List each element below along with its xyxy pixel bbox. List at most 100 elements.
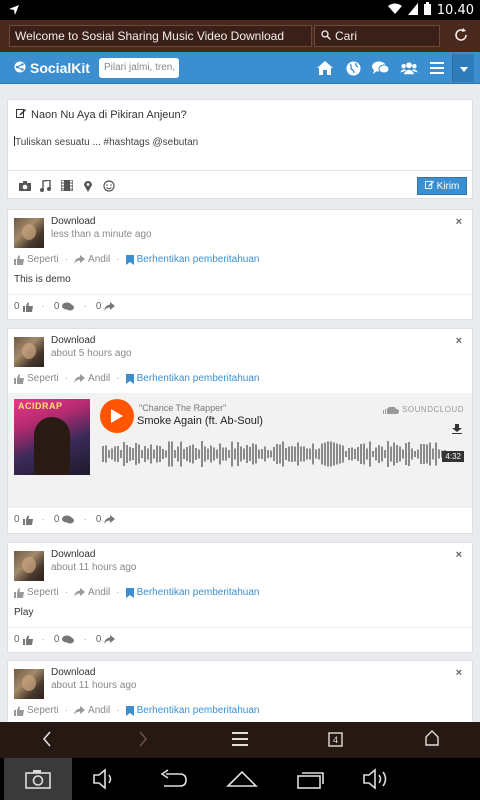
menu-icon[interactable] (232, 732, 248, 751)
download-icon[interactable] (452, 421, 462, 439)
waveform-bar (228, 450, 230, 458)
waveform-bar (378, 445, 380, 463)
volume-down-icon[interactable] (92, 768, 118, 795)
signal-icon (407, 2, 418, 19)
close-icon[interactable]: × (456, 335, 462, 347)
like-button[interactable]: Seperti (14, 373, 59, 384)
close-icon[interactable]: × (456, 216, 462, 228)
soundcloud-logo[interactable]: SOUNDCLOUD (383, 405, 464, 414)
close-icon[interactable]: × (456, 667, 462, 679)
screenshot-button[interactable] (4, 758, 72, 800)
post-author[interactable]: Download (51, 216, 95, 227)
share-button[interactable]: Andil (74, 587, 110, 598)
music-icon[interactable] (39, 179, 52, 192)
smile-icon[interactable] (102, 179, 115, 192)
map-marker-icon[interactable] (81, 179, 94, 192)
separator: · (64, 373, 69, 384)
reload-icon[interactable] (452, 26, 470, 49)
unfollow-button[interactable]: Berhentikan pemberitahuan (125, 587, 260, 598)
system-nav-bar (0, 758, 480, 800)
album-art-title: ACIDRAP (18, 401, 63, 411)
waveform-bar (213, 447, 215, 461)
share-button[interactable]: Andil (74, 254, 110, 265)
browser-search[interactable]: Cari (314, 25, 440, 47)
waveform-bar (126, 445, 128, 463)
film-icon[interactable] (60, 179, 73, 192)
thumbs-up-icon (22, 514, 33, 525)
camera-icon[interactable] (18, 179, 31, 192)
waveform-bar (264, 446, 266, 462)
back-icon[interactable] (42, 730, 52, 753)
waveform-bar (342, 445, 344, 463)
album-cover[interactable]: ACIDRAP (14, 399, 90, 475)
like-button[interactable]: Seperti (14, 254, 59, 265)
unfollow-label: Berhentikan pemberitahuan (136, 373, 260, 384)
close-icon[interactable]: × (456, 549, 462, 561)
comments-icon[interactable] (372, 58, 390, 78)
waveform-bar (261, 449, 263, 459)
waveform[interactable] (102, 439, 447, 469)
waveform-bar (321, 443, 323, 465)
like-button[interactable]: Seperti (14, 705, 59, 716)
like-button[interactable]: Seperti (14, 587, 59, 598)
comment-count: 0 (53, 634, 60, 645)
like-count: 0 (14, 514, 20, 525)
post-time[interactable]: less than a minute ago (51, 229, 152, 240)
play-button[interactable] (100, 399, 134, 433)
waveform-bar (168, 441, 170, 467)
post-author[interactable]: Download (51, 667, 95, 678)
app-header: SocialKit Pilari jalmi, tren, (0, 52, 480, 84)
home-icon[interactable] (316, 58, 334, 78)
waveform-bar (183, 449, 185, 459)
post-author[interactable]: Download (51, 549, 95, 560)
forward-icon[interactable] (138, 730, 148, 753)
thumbs-up-icon (14, 254, 24, 265)
waveform-bar (408, 442, 410, 466)
waveform-bar (336, 443, 338, 465)
users-icon[interactable] (400, 58, 418, 78)
home-icon[interactable] (424, 730, 440, 751)
waveform-bar (114, 446, 116, 462)
share-label: Andil (88, 705, 111, 716)
recent-apps-icon[interactable] (296, 768, 326, 795)
waveform-bar (273, 447, 275, 461)
home-icon[interactable] (226, 768, 258, 795)
avatar[interactable] (14, 337, 44, 367)
send-button[interactable]: Kirim (417, 177, 467, 195)
waveform-bar (282, 441, 284, 467)
unfollow-button[interactable]: Berhentikan pemberitahuan (125, 373, 260, 384)
app-search-input[interactable]: Pilari jalmi, tren, (99, 58, 179, 78)
waveform-bar (171, 441, 173, 467)
separator: · (83, 514, 87, 525)
post-time[interactable]: about 11 hours ago (51, 680, 136, 691)
back-icon[interactable] (158, 768, 188, 795)
avatar[interactable] (14, 551, 44, 581)
brand-logo[interactable]: SocialKit (14, 60, 90, 76)
post-card: Download about 11 hours ago × Seperti · … (7, 542, 473, 653)
waveform-bar (246, 445, 248, 463)
waveform-bar (357, 447, 359, 461)
tabs-button[interactable]: 4 (328, 732, 344, 752)
menu-icon[interactable] (428, 58, 446, 78)
avatar[interactable] (14, 218, 44, 248)
track-artist[interactable]: "Chance The Rapper" (139, 403, 226, 413)
post-time[interactable]: about 11 hours ago (51, 562, 136, 573)
globe-icon[interactable] (344, 58, 362, 78)
share-count: 0 (95, 634, 102, 645)
avatar[interactable] (14, 669, 44, 699)
post-author[interactable]: Download (51, 335, 95, 346)
waveform-bar (390, 446, 392, 462)
unfollow-button[interactable]: Berhentikan pemberitahuan (125, 254, 260, 265)
volume-up-icon[interactable] (362, 768, 392, 795)
unfollow-button[interactable]: Berhentikan pemberitahuan (125, 705, 260, 716)
post-time[interactable]: about 5 hours ago (51, 348, 132, 359)
dropdown-toggle[interactable] (452, 54, 474, 82)
caret-down-icon (459, 59, 468, 77)
like-label: Seperti (27, 705, 59, 716)
url-bar[interactable]: Welcome to Sosial Sharing Music Video Do… (9, 25, 312, 47)
share-button[interactable]: Andil (74, 705, 110, 716)
share-arrow-icon (104, 515, 116, 524)
status-textarea[interactable]: Tuliskan sesuatu ... #hashtags @sebutan (14, 136, 466, 148)
share-button[interactable]: Andil (74, 373, 110, 384)
track-title[interactable]: Smoke Again (ft. Ab-Soul) (137, 415, 263, 427)
